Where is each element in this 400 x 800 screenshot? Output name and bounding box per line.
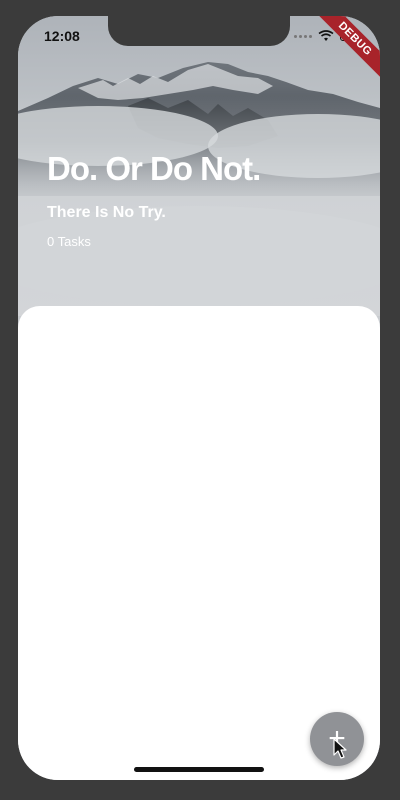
status-bar-time: 12:08 xyxy=(44,28,80,44)
mouse-cursor-icon xyxy=(333,738,347,759)
home-indicator[interactable] xyxy=(134,767,264,772)
task-count-label: 0 Tasks xyxy=(47,234,91,249)
wifi-icon xyxy=(318,30,334,41)
device-frame: 12:08 DEBUG Do. Or Do Not. There Is No T… xyxy=(0,0,400,800)
signal-icon xyxy=(294,34,312,38)
device-notch xyxy=(108,16,290,46)
app-screen: 12:08 DEBUG Do. Or Do Not. There Is No T… xyxy=(18,16,380,780)
page-title: Do. Or Do Not. xyxy=(47,150,261,187)
page-subtitle: There Is No Try. xyxy=(47,204,166,221)
task-list-panel[interactable] xyxy=(18,306,380,780)
